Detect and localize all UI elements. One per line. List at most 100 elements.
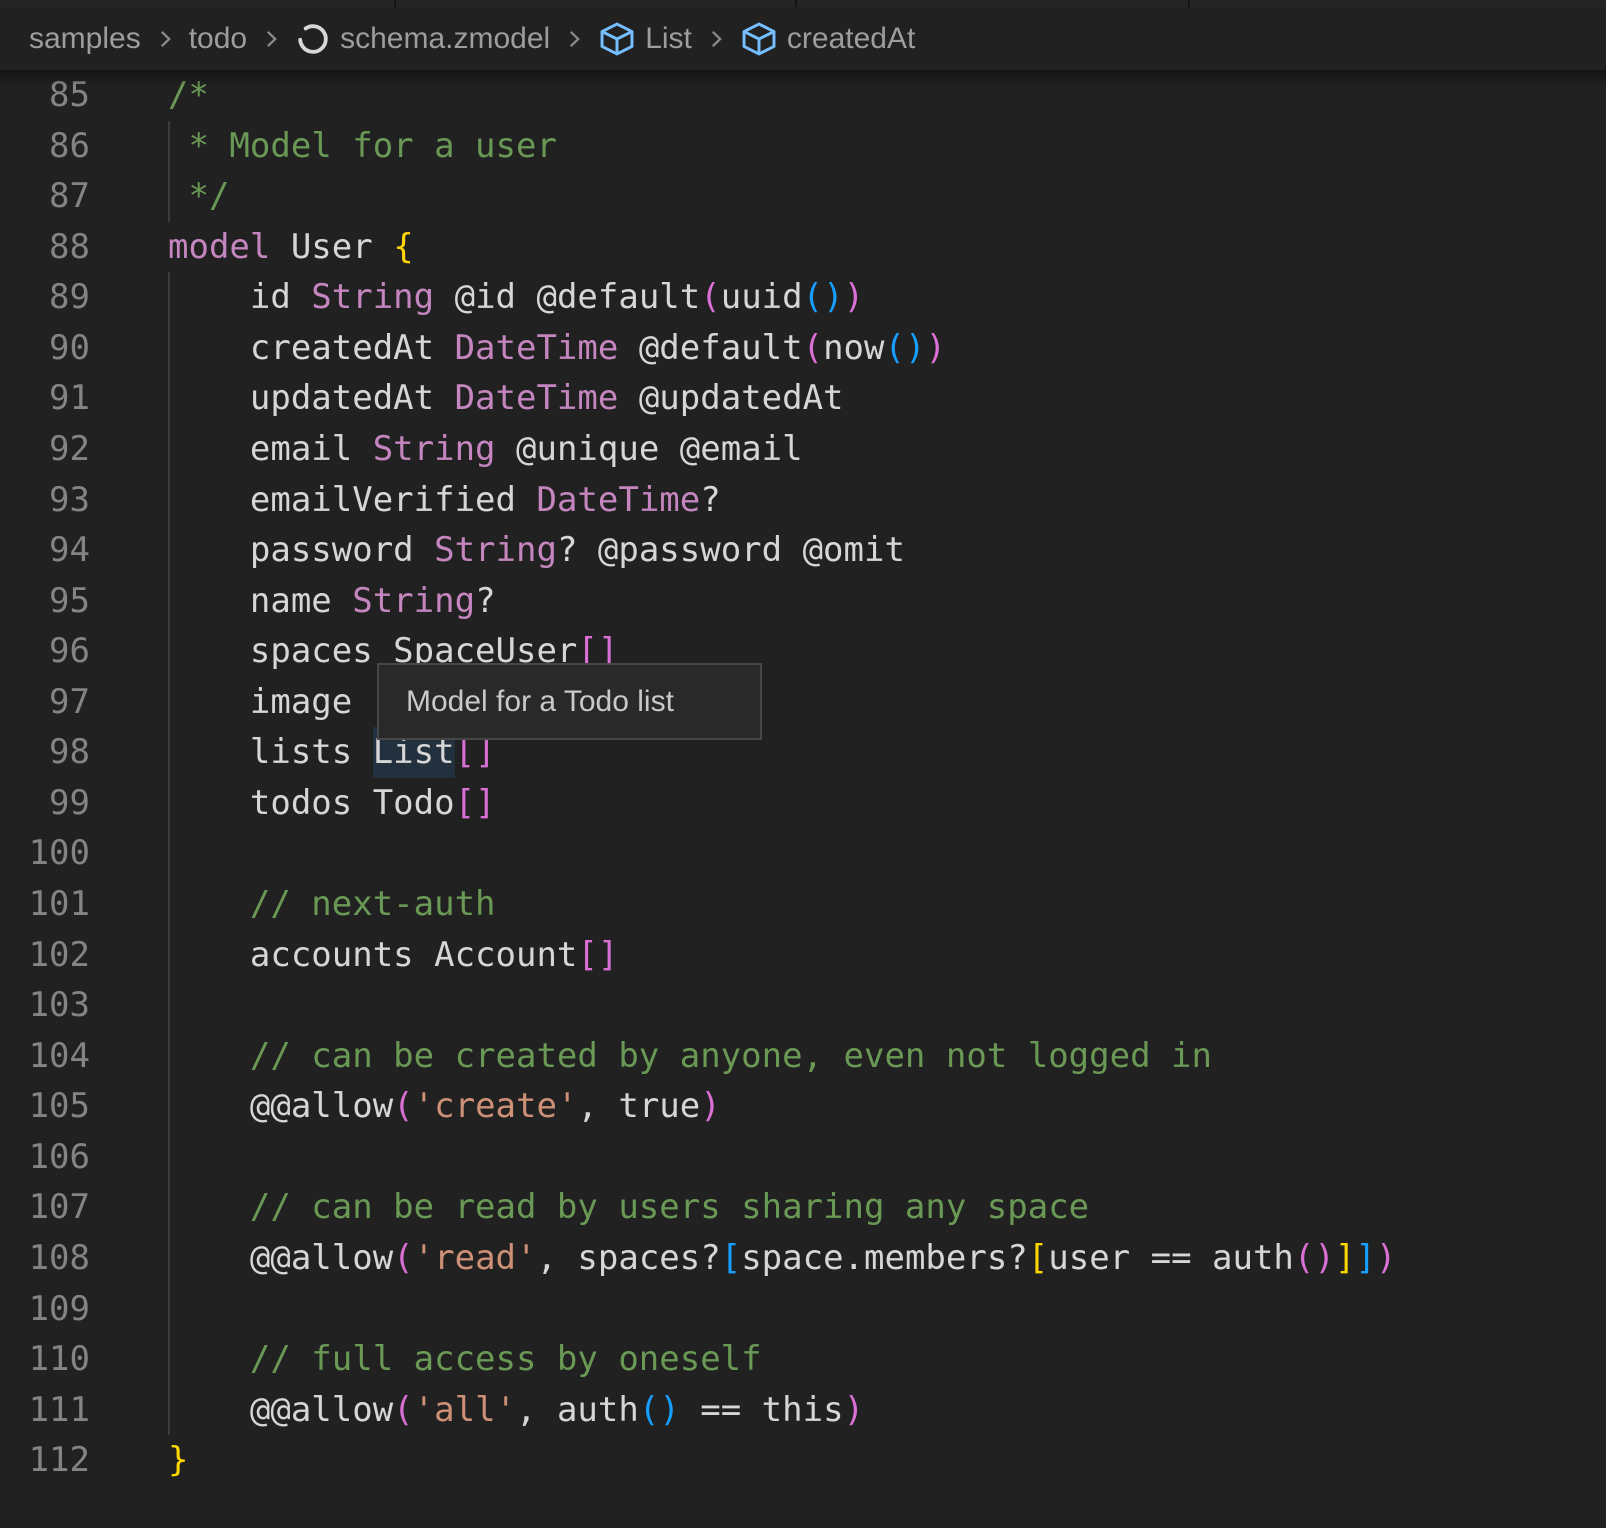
code-line: 112} [0, 1435, 1606, 1486]
line-number: 110 [0, 1334, 90, 1385]
line-number: 85 [0, 70, 90, 121]
code-token: @unique @email [496, 429, 803, 469]
line-number: 88 [0, 222, 90, 273]
code-token: ) [925, 328, 945, 368]
line-number: 98 [0, 727, 90, 778]
code-token: accounts Account [168, 935, 577, 975]
code-line: 104 // can be created by anyone, even no… [0, 1031, 1606, 1082]
code-token: name [168, 581, 352, 621]
code-token: () [803, 277, 844, 317]
code-line: 109 [0, 1284, 1606, 1335]
chevron-right-icon [703, 26, 729, 52]
code-token: password [168, 530, 434, 570]
code-line: 91 updatedAt DateTime @updatedAt [0, 373, 1606, 424]
code-line: 105 @@allow('create', true) [0, 1081, 1606, 1132]
code-token: // next-auth [168, 884, 496, 924]
code-token: @@allow [168, 1086, 393, 1126]
hover-tooltip: Model for a Todo list [377, 663, 762, 740]
line-number: 87 [0, 171, 90, 222]
code-line: 97 image [0, 677, 1606, 728]
code-line: 106 [0, 1132, 1606, 1183]
code-token: ( [393, 1238, 413, 1278]
line-number: 94 [0, 525, 90, 576]
code-token: () [884, 328, 925, 368]
line-number: 108 [0, 1233, 90, 1284]
line-number: 106 [0, 1132, 90, 1183]
code-line: 87 */ [0, 171, 1606, 222]
line-number: 89 [0, 272, 90, 323]
code-token: ( [803, 328, 823, 368]
code-token: createdAt [168, 328, 455, 368]
code-token: DateTime [455, 378, 619, 418]
code-token: String [311, 277, 434, 317]
code-token: ) [700, 1086, 720, 1126]
code-token: emailVerified [168, 480, 536, 520]
tab-segment[interactable] [1190, 0, 1606, 7]
code-line: 101 // next-auth [0, 879, 1606, 930]
code-token: updatedAt [168, 378, 455, 418]
code-line: 86 * Model for a user [0, 121, 1606, 172]
code-line: 92 email String @unique @email [0, 424, 1606, 475]
breadcrumb-label: todo [189, 22, 247, 56]
code-token: () [639, 1390, 680, 1430]
code-line: 100 [0, 828, 1606, 879]
code-token: @default [618, 328, 802, 368]
line-number: 102 [0, 930, 90, 981]
line-number: 91 [0, 373, 90, 424]
code-line: 98 lists List[] [0, 727, 1606, 778]
code-token: , true [577, 1086, 700, 1126]
chevron-right-icon [258, 26, 284, 52]
tab-segment[interactable] [396, 0, 795, 7]
code-token: 'create' [414, 1086, 578, 1126]
code-line: 102 accounts Account[] [0, 930, 1606, 981]
code-token: ? [700, 480, 720, 520]
tab-segment[interactable] [0, 0, 394, 7]
breadcrumb-label: schema.zmodel [340, 22, 550, 56]
code-line: 99 todos Todo[] [0, 778, 1606, 829]
code-token: // can be read by users sharing any spac… [168, 1187, 1089, 1227]
code-token: @@allow [168, 1390, 393, 1430]
symbol-cube-icon [740, 20, 778, 58]
breadcrumb: samples todo schema.zmodel List createdAt [0, 7, 1606, 70]
line-number: 86 [0, 121, 90, 172]
code-token: ( [393, 1390, 413, 1430]
code-token: ) [1376, 1238, 1396, 1278]
code-token: DateTime [455, 328, 619, 368]
breadcrumb-item-todo[interactable]: todo [189, 22, 247, 56]
code-line: 93 emailVerified DateTime? [0, 475, 1606, 526]
code-token: image [168, 682, 352, 722]
breadcrumb-item-createdat[interactable]: createdAt [740, 20, 915, 58]
tab-strip [0, 0, 1606, 7]
loading-icon [295, 21, 331, 57]
code-token: ] [1335, 1238, 1355, 1278]
chevron-right-icon [561, 26, 587, 52]
chevron-right-icon [152, 26, 178, 52]
breadcrumb-item-samples[interactable]: samples [29, 22, 141, 56]
tab-segment[interactable] [797, 0, 1188, 7]
code-token: @id @default [434, 277, 700, 317]
code-editor[interactable]: 85/*86 * Model for a user87 */88model Us… [0, 70, 1606, 1528]
code-token: ] [1355, 1238, 1375, 1278]
hover-tooltip-text: Model for a Todo list [406, 685, 674, 719]
code-token: ) [844, 277, 864, 317]
code-token: [] [455, 783, 496, 823]
code-line: 96 spaces SpaceUser[] [0, 626, 1606, 677]
code-token: model [168, 227, 270, 267]
code-token: String [434, 530, 557, 570]
code-token: } [168, 1440, 188, 1480]
code-line: 90 createdAt DateTime @default(now()) [0, 323, 1606, 374]
code-token: 'read' [414, 1238, 537, 1278]
code-token: @@allow [168, 1238, 393, 1278]
breadcrumb-item-list[interactable]: List [598, 20, 692, 58]
line-number: 96 [0, 626, 90, 677]
breadcrumb-item-schema-zmodel[interactable]: schema.zmodel [295, 21, 550, 57]
code-line: 89 id String @id @default(uuid()) [0, 272, 1606, 323]
code-token: , auth [516, 1390, 639, 1430]
code-line: 110 // full access by oneself [0, 1334, 1606, 1385]
code-token: // full access by oneself [168, 1339, 762, 1379]
code-token: () [1294, 1238, 1335, 1278]
code-token: lists [168, 732, 373, 772]
line-number: 92 [0, 424, 90, 475]
code-token: uuid [721, 277, 803, 317]
code-token: DateTime [536, 480, 700, 520]
